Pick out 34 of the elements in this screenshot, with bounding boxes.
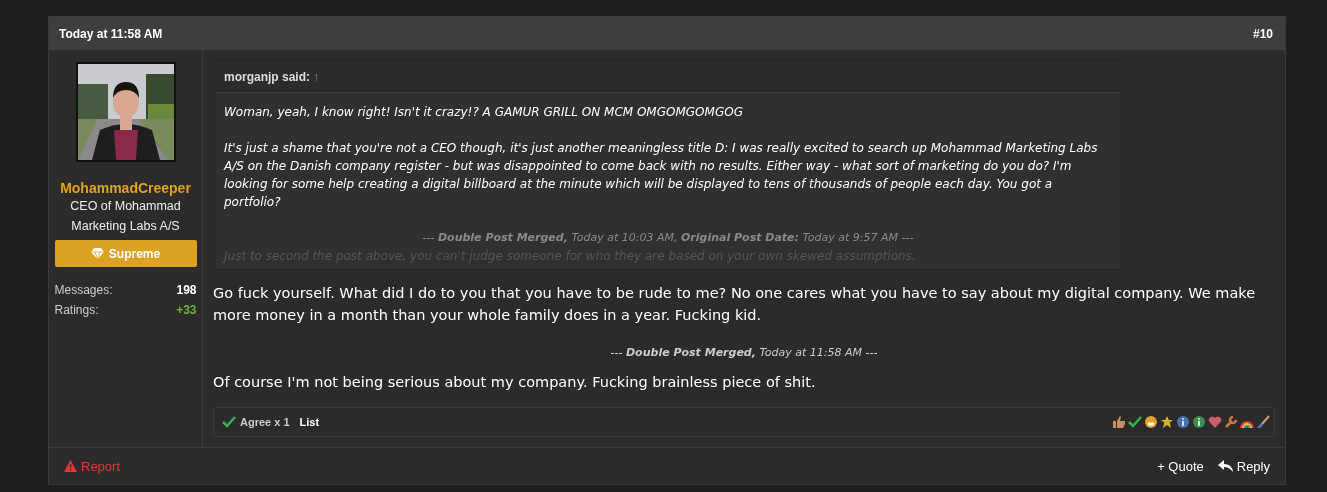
smiley-icon[interactable] — [1144, 415, 1158, 429]
stat-value: +33 — [176, 303, 197, 317]
reply-icon — [1217, 460, 1233, 472]
merge-notice: --- Double Post Merged, Today at 11:58 AM --- — [609, 346, 879, 359]
post-text: Of course I'm not being serious about my company. Fucking brainless piece of shit. — [213, 373, 817, 392]
warning-icon — [64, 460, 77, 472]
jump-link[interactable]: ↑ — [313, 69, 320, 84]
quote-author: morganjp said: — [224, 69, 310, 84]
check-icon — [222, 416, 236, 428]
report-link[interactable]: Report — [64, 458, 121, 474]
thumbs-up-icon[interactable] — [1112, 415, 1126, 429]
list-link[interactable]: List — [299, 416, 320, 428]
diamond-icon — [90, 248, 104, 259]
reply-link[interactable]: Reply — [1217, 458, 1270, 474]
post-text: Go fuck yourself. What did I do to you that you have to be rude to me? No one cares what you have to say about my digital company. We make more money in a month than your whole family does in a year. Fucking kid. — [213, 284, 1257, 325]
stat-label: Messages: — [54, 283, 113, 297]
info-icon[interactable] — [1176, 415, 1190, 429]
heart-icon[interactable] — [1208, 415, 1222, 429]
check-icon[interactable] — [1128, 415, 1142, 429]
user-title: CEO of Mohammad Marketing Labs A/S — [69, 198, 182, 235]
stat-value: 198 — [176, 283, 197, 297]
stat-label: Ratings: — [54, 303, 99, 317]
wrench-icon[interactable] — [1224, 415, 1238, 429]
post-date: Today at 11:58 AM — [59, 26, 163, 41]
post-number: #10 — [1252, 26, 1273, 41]
info-icon[interactable] — [1192, 415, 1206, 429]
quote-text: It's just a shame that you're not a CEO though, it's just another meaningless title D: I was really excited to search up Mohammad Marketing Labs A/S on the Danish company register - but was disappointed to come back with no results. Either way - what sort of marketing do you do? I'm looking for some help creating a digital billboard at the minute which will be displayed to tens of thousands of people each day. You got a portfolio? — [224, 140, 1099, 211]
quote-text: Woman, yeah, I know right! Isn't it crazy!? A GAMUR GRILL ON MCM OMGOMGOMGOG — [224, 104, 744, 121]
brush-icon[interactable] — [1256, 415, 1270, 429]
quote-link[interactable]: + Quote — [1157, 458, 1204, 474]
rank-label: Supreme — [108, 246, 161, 261]
merge-notice: --- Double Post Merged, Today at 10:03 AM, Original Post Date: Today at 9:57 AM --- — [421, 230, 915, 246]
username[interactable]: MohammadCreeper — [60, 180, 191, 196]
rating-count: Agree x 1 — [240, 416, 290, 428]
